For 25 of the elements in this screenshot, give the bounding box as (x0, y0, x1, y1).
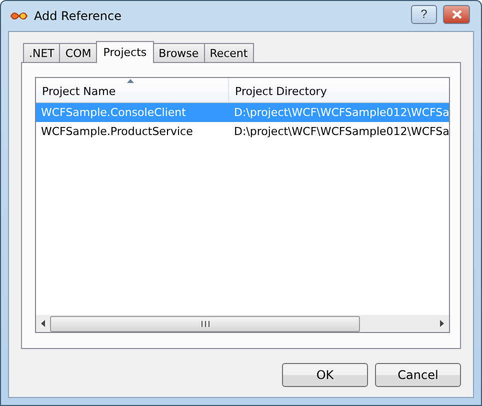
scroll-right-icon (440, 320, 444, 327)
column-header[interactable]: Project Directory (229, 78, 450, 102)
window-title: Add Reference (34, 9, 122, 23)
tab[interactable]: COM (59, 43, 98, 62)
horizontal-scrollbar[interactable] (36, 315, 450, 332)
column-header[interactable]: Project Name (36, 78, 229, 102)
table-row[interactable]: WCFSample.ProductService D:\project\WCF\WCFSample012\WCFSa (36, 122, 450, 141)
tab[interactable]: Browse (152, 43, 205, 62)
close-button[interactable] (443, 4, 470, 24)
scrollbar-thumb[interactable] (50, 316, 360, 332)
app-logo-icon (10, 10, 28, 22)
sort-ascending-icon (127, 79, 134, 83)
tab[interactable]: Recent (204, 43, 254, 62)
tab[interactable]: Projects (96, 41, 154, 63)
cancel-button[interactable]: Cancel (375, 363, 461, 387)
table-cell-text: WCFSample.ProductService (40, 125, 194, 138)
grip-icon (200, 320, 210, 326)
close-icon (452, 10, 462, 18)
scroll-left-icon (41, 320, 45, 327)
table-cell-text: D:\project\WCF\WCFSample012\WCFSa (233, 106, 450, 119)
help-button[interactable]: ? (411, 4, 437, 24)
ok-button[interactable]: OK (282, 363, 368, 387)
table-cell-text: D:\project\WCF\WCFSample012\WCFSa (233, 125, 450, 138)
table-cell-text: WCFSample.ConsoleClient (40, 106, 187, 119)
tab[interactable]: .NET (23, 43, 60, 62)
